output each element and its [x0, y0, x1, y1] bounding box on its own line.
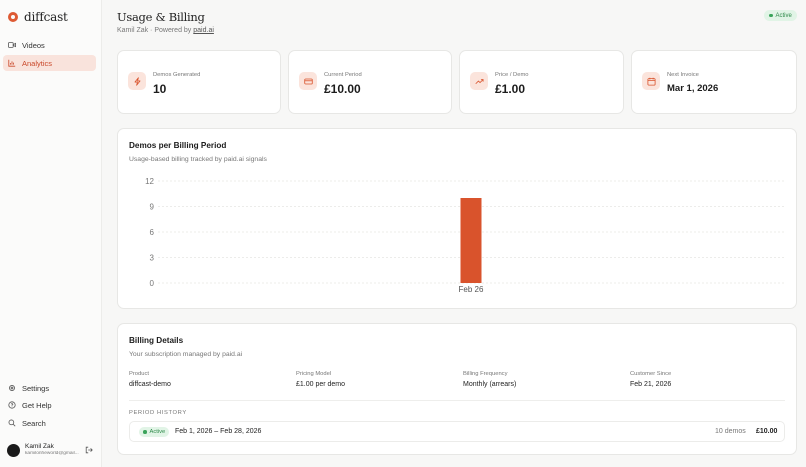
field-label-pricing-model: Pricing Model: [296, 371, 332, 377]
x-tick-label: Feb 26: [459, 285, 484, 294]
y-tick-label: 9: [150, 203, 155, 212]
sidebar-item-videos[interactable]: Videos: [3, 37, 96, 53]
stat-card-demos-generated: Demos Generated 10: [117, 50, 281, 114]
sidebar-item-search[interactable]: Search: [3, 415, 96, 431]
status-dot: [143, 430, 147, 434]
y-tick-label: 3: [150, 254, 155, 263]
stat-label: Price / Demo: [495, 72, 529, 78]
stat-icon-box: [128, 72, 146, 90]
logout-icon[interactable]: [85, 446, 93, 454]
sidebar-item-get-help[interactable]: Get Help: [3, 397, 96, 413]
subtitle-text: Kamil Zak · Powered by: [117, 27, 192, 34]
divider: [129, 400, 785, 401]
y-tick-label: 6: [150, 228, 155, 237]
trend-icon: [474, 78, 484, 84]
stat-label: Demos Generated: [153, 72, 201, 78]
bolt-icon: [134, 76, 140, 86]
stat-icon-box: [642, 72, 660, 90]
y-tick-label: 0: [150, 279, 155, 288]
avatar[interactable]: [7, 444, 20, 457]
stat-label: Next Invoice: [667, 72, 699, 78]
status-dot: [769, 13, 773, 18]
field-label-product: Product: [129, 371, 149, 377]
help-icon: [8, 401, 16, 409]
gear-icon: [9, 385, 15, 391]
chart-icon: [8, 59, 16, 67]
search-icon: [8, 419, 16, 427]
billing-details-card: Billing Details Your subscription manage…: [117, 323, 797, 455]
period-row[interactable]: Active Feb 1, 2026 – Feb 28, 2026 10 dem…: [129, 421, 785, 442]
stat-value: £10.00: [324, 82, 361, 96]
field-label-customer-since: Customer Since: [630, 371, 672, 377]
sidebar-item-label: Search: [22, 418, 46, 428]
status-label: Active: [775, 12, 792, 19]
brand-name: diffcast: [24, 10, 68, 24]
field-label-billing-frequency: Billing Frequency: [463, 371, 508, 377]
period-status-label: Active: [149, 429, 166, 435]
field-value-billing-frequency: Monthly (arrears): [463, 381, 517, 388]
period-amount: £10.00: [756, 428, 778, 435]
paid-ai-link[interactable]: paid.ai: [193, 27, 214, 34]
brand[interactable]: diffcast: [8, 10, 68, 24]
stat-value: Mar 1, 2026: [667, 83, 719, 94]
chart-card: Demos per Billing Period Usage-based bil…: [117, 128, 797, 309]
period-dates: Feb 1, 2026 – Feb 28, 2026: [175, 428, 262, 435]
field-value-product: diffcast-demo: [129, 381, 171, 388]
bar: [460, 198, 482, 283]
page-subtitle: Kamil Zak · Powered by paid.ai: [117, 27, 214, 34]
sidebar-item-settings[interactable]: Settings: [3, 380, 96, 396]
field-value-customer-since: Feb 21, 2026: [630, 381, 672, 388]
status-badge: Active: [764, 10, 797, 21]
brand-logo-icon: [8, 12, 18, 22]
page-title: Usage & Billing: [117, 10, 205, 24]
field-value-pricing-model: £1.00 per demo: [296, 381, 346, 388]
calendar-icon: [646, 77, 656, 86]
period-history-label: PERIOD HISTORY: [129, 410, 187, 416]
stat-card-current-period: Current Period £10.00: [288, 50, 452, 114]
video-icon: [8, 42, 16, 48]
billing-subtitle: Your subscription managed by paid.ai: [129, 351, 243, 358]
billing-title: Billing Details: [129, 336, 184, 345]
sidebar-item-label: Videos: [22, 40, 45, 50]
stat-card-next-invoice: Next Invoice Mar 1, 2026: [631, 50, 797, 114]
user-name: Kamil Zak: [25, 443, 54, 450]
period-status-badge: Active: [139, 427, 170, 437]
stat-label: Current Period: [324, 72, 362, 78]
stat-card-price-per-demo: Price / Demo £1.00: [459, 50, 624, 114]
sidebar: diffcast Videos Analytics Settings Get H…: [0, 0, 102, 467]
sidebar-item-analytics[interactable]: Analytics: [3, 55, 96, 71]
stat-icon-box: [299, 72, 317, 90]
stat-value: £1.00: [495, 82, 526, 96]
sidebar-item-label: Get Help: [22, 400, 52, 410]
sidebar-item-label: Analytics: [22, 58, 53, 68]
card-icon: [303, 78, 313, 84]
stat-value: 10: [153, 82, 167, 96]
y-tick-label: 12: [145, 177, 154, 186]
period-count: 10 demos: [715, 428, 746, 435]
stat-icon-box: [470, 72, 488, 90]
sidebar-item-label: Settings: [22, 383, 50, 393]
user-email: kamilonheworld@gmail...: [25, 451, 79, 456]
demos-bar-chart: 12 9 6 3 0 Feb 26: [145, 177, 784, 294]
